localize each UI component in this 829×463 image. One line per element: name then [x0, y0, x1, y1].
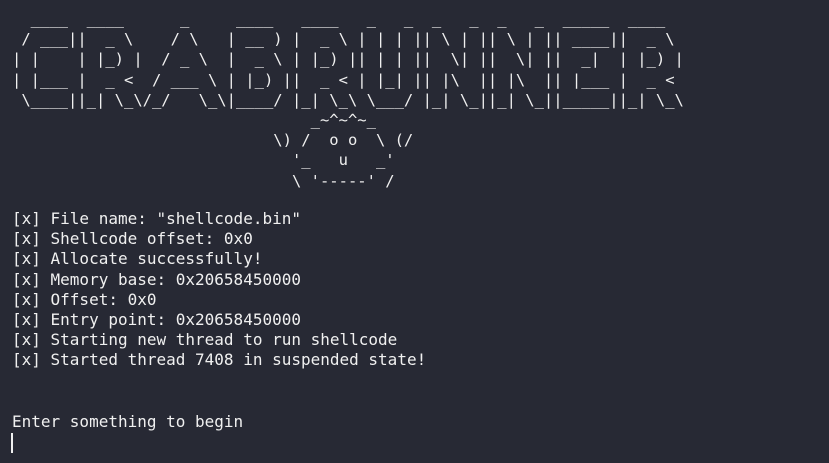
log-line-entry-point: [x] Entry point: 0x20658450000: [12, 310, 301, 330]
log-line-started-thread: [x] Started thread 7408 in suspended sta…: [12, 350, 427, 370]
log-line-allocate: [x] Allocate successfully!: [12, 249, 263, 269]
log-line-shellcode-offset: [x] Shellcode offset: 0x0: [12, 229, 253, 249]
input-prompt: Enter something to begin: [12, 412, 244, 431]
log-line-offset: [x] Offset: 0x0: [12, 289, 157, 309]
text-cursor[interactable]: [11, 433, 13, 453]
crabrunner-ascii-banner: ____ ____ _ ____ ____ _ _ _ _ _ _ _____ …: [12, 10, 684, 190]
log-line-file-name: [x] File name: "shellcode.bin": [12, 209, 301, 228]
log-line-starting-thread: [x] Starting new thread to run shellcode: [12, 330, 398, 350]
log-line-memory-base: [x] Memory base: 0x20658450000: [12, 269, 301, 289]
output-log: [x] File name: "shellcode.bin" [x] Shell…: [12, 209, 426, 371]
terminal-window[interactable]: ____ ____ _ ____ ____ _ _ _ _ _ _ _____ …: [0, 0, 829, 463]
